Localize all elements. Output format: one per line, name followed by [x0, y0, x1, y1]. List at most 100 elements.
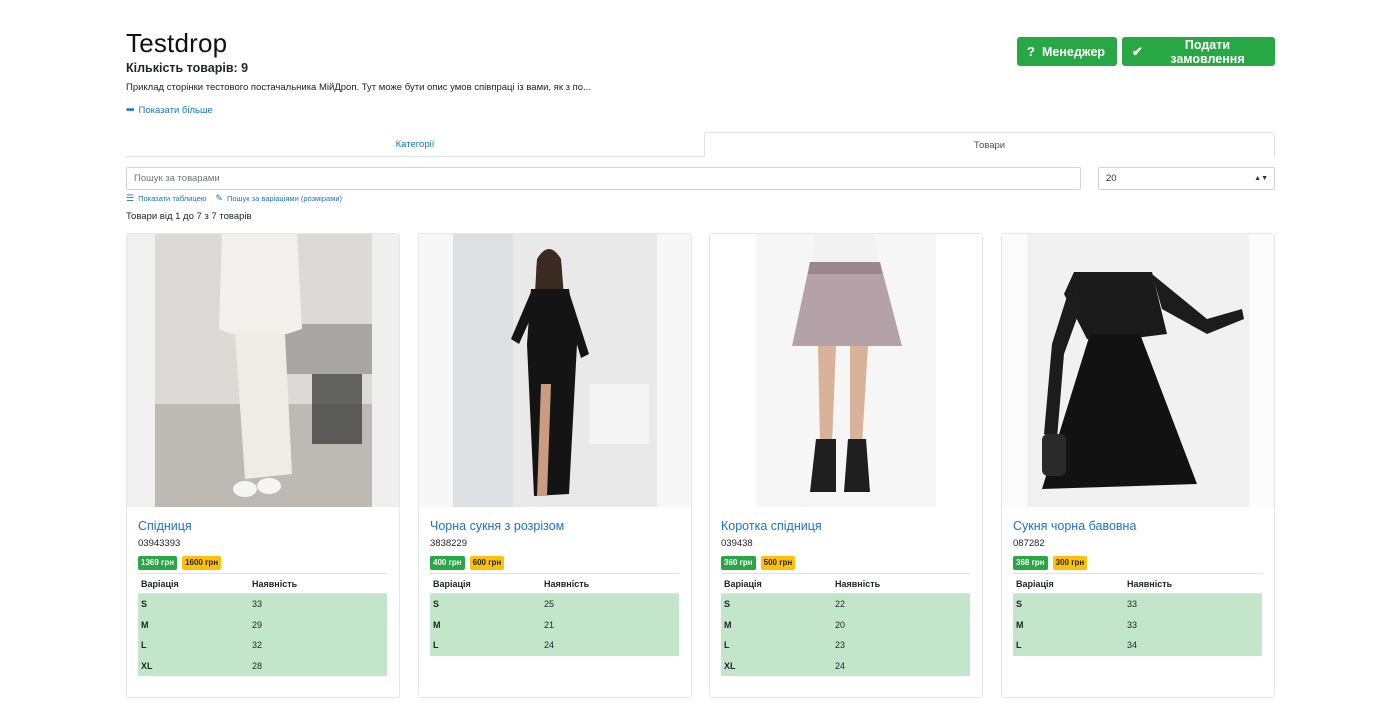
product-card: Спідниця 03943393 1369 грн 1600 грн Варі… [126, 233, 400, 698]
price-badges: 1369 грн 1600 грн [138, 556, 222, 570]
view-links: ☰ Показати таблицею ✎ Пошук за варіаціям… [126, 193, 342, 204]
variation-size: S [724, 599, 731, 610]
retail-price-badge: 500 грн [760, 556, 796, 570]
table-row: L 24 [430, 635, 679, 656]
variation-search-link[interactable]: ✎ Пошук за варіаціями (розмірами) [215, 193, 342, 204]
product-title[interactable]: Чорна сукня з розрізом [430, 519, 564, 533]
per-page-select[interactable]: 20 ▲▼ [1098, 167, 1275, 190]
more-dots-icon: ••• [126, 104, 134, 116]
question-icon: ? [1027, 44, 1035, 59]
price-badges: 368 грн 300 грн [1013, 556, 1088, 570]
retail-price-badge: 300 грн [1052, 556, 1088, 570]
availability-column-header: Наявність [1127, 578, 1173, 589]
results-range: Товари від 1 до 7 з 7 товарів [126, 211, 252, 222]
submit-order-label: Подати замовлення [1170, 37, 1245, 66]
show-more-link[interactable]: ••• Показати більше [126, 105, 213, 116]
variation-size: S [1016, 599, 1023, 610]
variation-column-header: Варіація [141, 578, 179, 589]
table-row: M 20 [721, 614, 970, 635]
wrench-icon: ✎ [215, 193, 223, 203]
variation-size: M [433, 619, 441, 630]
variation-table: Варіація Наявність S 33 M 33 L 34 [1013, 573, 1262, 656]
drop-price-badge: 368 грн [1013, 556, 1048, 570]
variation-size: M [1016, 619, 1024, 630]
variation-size: L [1016, 640, 1022, 651]
page-container: Testdrop Кількість товарів: 9 Приклад ст… [126, 0, 1275, 698]
product-sku: 03943393 [138, 538, 181, 549]
table-row: M 21 [430, 614, 679, 635]
store-description: Приклад сторінки тестового постачальника… [126, 82, 591, 93]
variation-qty: 24 [835, 660, 846, 671]
product-title[interactable]: Спідниця [138, 519, 192, 533]
variation-qty: 32 [252, 640, 263, 651]
variation-qty: 34 [1127, 640, 1138, 651]
table-row: L 23 [721, 635, 970, 656]
manager-button-label: Менеджер [1041, 44, 1106, 59]
drop-price-badge: 1369 грн [138, 556, 178, 570]
table-view-link[interactable]: ☰ Показати таблицею [126, 193, 206, 204]
variation-size: L [433, 640, 439, 651]
table-view-label: Показати таблицею [138, 194, 207, 203]
product-sku: 039438 [721, 538, 753, 549]
product-image[interactable] [419, 234, 691, 507]
variation-size: S [433, 599, 440, 610]
variation-size: M [141, 619, 149, 630]
variation-qty: 29 [252, 619, 263, 630]
price-badges: 360 грн 500 грн [721, 556, 796, 570]
per-page-value: 20 [1106, 173, 1117, 184]
manager-button[interactable]: ? Менеджер [1017, 37, 1117, 66]
availability-column-header: Наявність [252, 578, 298, 589]
variation-table-header: Варіація Наявність [430, 574, 679, 594]
submit-order-button[interactable]: ✔ Подати замовлення [1122, 37, 1275, 66]
variation-column-header: Варіація [433, 578, 471, 589]
product-count: Кількість товарів: 9 [126, 61, 249, 75]
variation-qty: 33 [1127, 599, 1138, 610]
price-badges: 400 грн 600 грн [430, 556, 505, 570]
variation-size: L [724, 640, 730, 651]
tab-categories[interactable]: Категорії [126, 132, 704, 157]
variation-qty: 20 [835, 619, 846, 630]
product-image[interactable] [127, 234, 399, 507]
store-header: Testdrop Кількість товарів: 9 Приклад ст… [126, 0, 1275, 122]
tab-goods[interactable]: Товари [704, 132, 1275, 157]
show-more-label: Показати більше [138, 105, 213, 116]
availability-column-header: Наявність [544, 578, 590, 589]
variation-table-header: Варіація Наявність [721, 574, 970, 594]
table-row: XL 24 [721, 655, 970, 676]
search-input[interactable]: Пошук за товарами [126, 167, 1081, 190]
variation-qty: 33 [252, 599, 263, 610]
retail-price-badge: 600 грн [469, 556, 505, 570]
availability-column-header: Наявність [835, 578, 881, 589]
table-row: S 22 [721, 594, 970, 615]
table-row: L 32 [138, 635, 387, 656]
variation-qty: 28 [252, 660, 263, 671]
product-title[interactable]: Коротка спідниця [721, 519, 822, 533]
variation-qty: 23 [835, 640, 846, 651]
variation-size: XL [724, 660, 736, 671]
variation-table: Варіація Наявність S 22 M 20 L 23 XL 24 [721, 573, 970, 676]
table-row: XL 28 [138, 655, 387, 676]
variation-size: L [141, 640, 147, 651]
table-row: M 29 [138, 614, 387, 635]
variation-qty: 22 [835, 599, 846, 610]
table-row: M 33 [1013, 614, 1262, 635]
retail-price-badge: 1600 грн [182, 556, 222, 570]
variation-search-label: Пошук за варіаціями (розмірами) [226, 194, 343, 203]
variation-qty: 25 [544, 599, 555, 610]
product-card: Коротка спідниця 039438 360 грн 500 грн … [709, 233, 983, 698]
product-sku: 087282 [1013, 538, 1045, 549]
product-image[interactable] [1002, 234, 1274, 507]
variation-size: M [724, 619, 732, 630]
variation-column-header: Варіація [1016, 578, 1054, 589]
table-row: L 34 [1013, 635, 1262, 656]
drop-price-badge: 400 грн [430, 556, 465, 570]
product-image[interactable] [710, 234, 982, 507]
list-icon: ☰ [126, 193, 135, 203]
store-title: Testdrop [126, 28, 228, 58]
variation-table: Варіація Наявність S 25 M 21 L 24 [430, 573, 679, 656]
table-row: S 33 [138, 594, 387, 615]
variation-column-header: Варіація [724, 578, 762, 589]
variation-qty: 24 [544, 640, 555, 651]
variation-table: Варіація Наявність S 33 M 29 L 32 XL 28 [138, 573, 387, 676]
product-title[interactable]: Сукня чорна бавовна [1013, 519, 1136, 533]
